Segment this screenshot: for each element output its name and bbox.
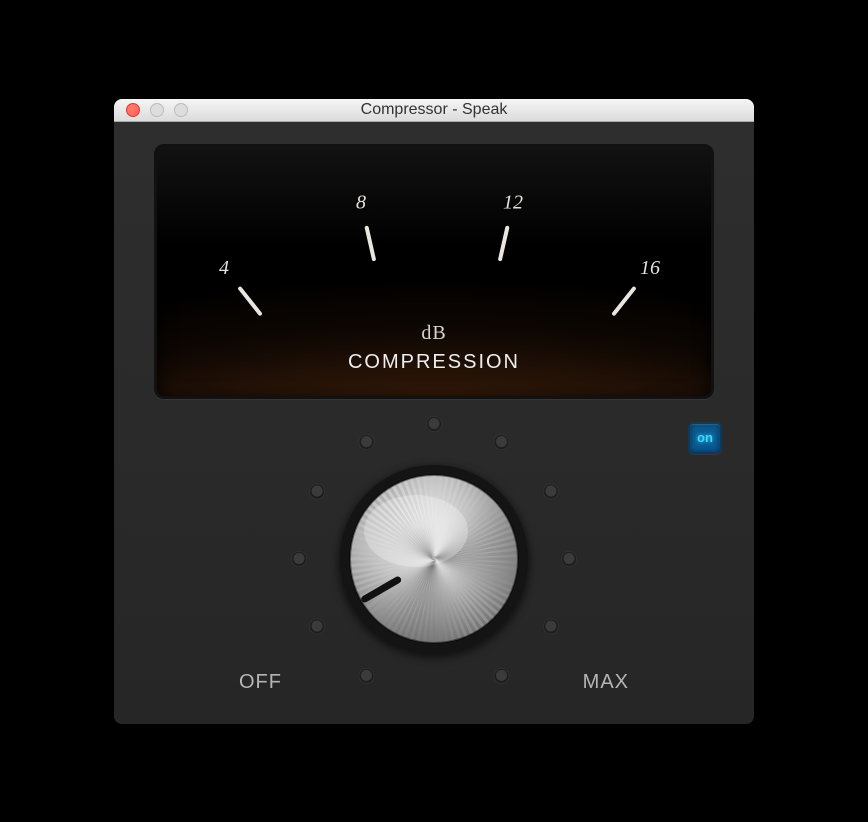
traffic-lights [114,103,188,117]
plugin-body: 048121620 dB COMPRESSION on OFF MAX [114,122,754,724]
svg-text:8: 8 [356,191,366,213]
titlebar[interactable]: Compressor - Speak [114,99,754,122]
knob-off-label: OFF [239,671,282,694]
vu-name-label: COMPRESSION [348,351,520,374]
svg-text:4: 4 [219,257,229,279]
svg-text:16: 16 [640,257,660,279]
minimize-button[interactable] [150,103,164,117]
on-button-label: on [697,430,713,445]
vu-unit-label: dB [421,322,446,345]
knob-max-label: MAX [583,671,629,694]
close-button[interactable] [126,103,140,117]
zoom-button[interactable] [174,103,188,117]
vu-meter: 048121620 dB COMPRESSION [154,144,714,399]
window-title: Compressor - Speak [114,101,754,119]
plugin-window: Compressor - Speak 048121620 dB COMPRESS… [114,99,754,724]
compression-knob[interactable] [264,409,604,689]
knob-area: OFF MAX [224,409,644,694]
svg-text:12: 12 [503,191,523,213]
on-button[interactable]: on [688,422,722,454]
